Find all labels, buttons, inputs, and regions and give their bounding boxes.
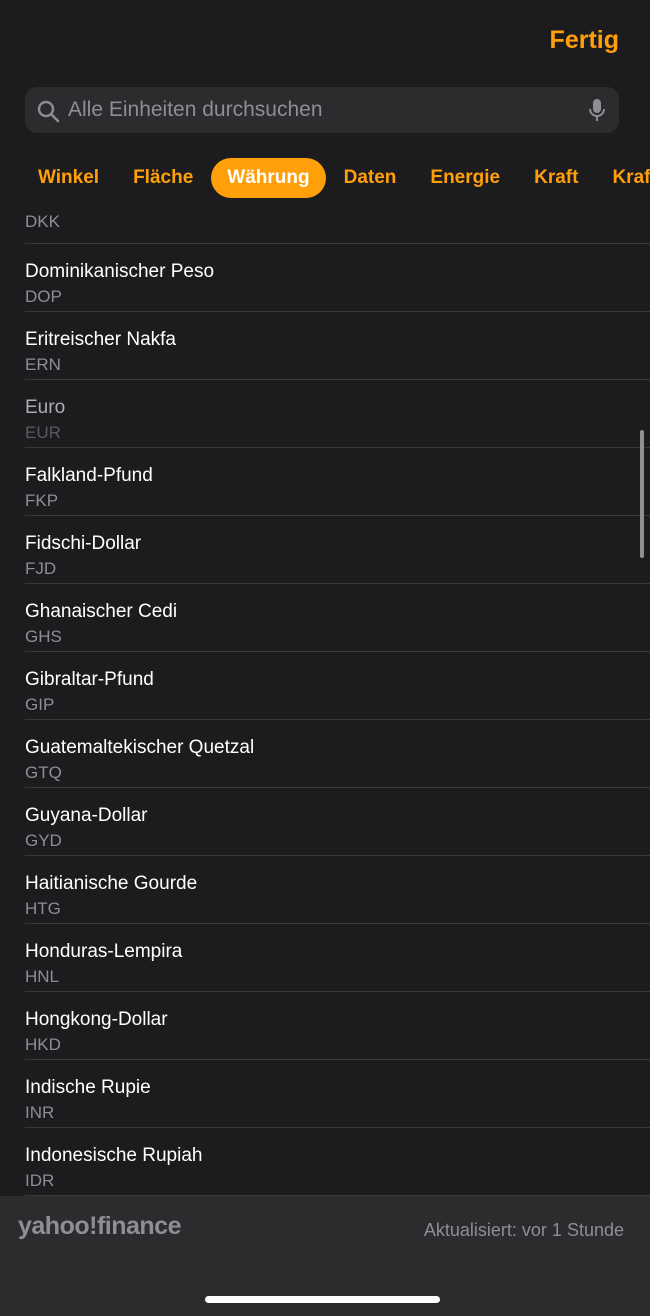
list-item[interactable]: DKK xyxy=(25,200,650,244)
category-tabs: Winkel Fläche Währung Daten Energie Kraft Kraf… xyxy=(22,158,650,198)
currency-code: HTG xyxy=(25,899,61,918)
currency-name: Guatemaltekischer Quetzal xyxy=(25,737,255,758)
currency-name: Indonesische Rupiah xyxy=(25,1145,203,1166)
list-item[interactable]: Haitianische Gourde HTG xyxy=(25,856,650,924)
updated-status: Aktualisiert: vor 1 Stunde xyxy=(423,1220,624,1240)
yahoo-finance-logo: yahoo!finance xyxy=(18,1212,181,1240)
search-icon xyxy=(36,99,60,128)
tab-krafts[interactable]: Krafts xyxy=(596,158,650,198)
list-item[interactable]: Falkland-Pfund FKP xyxy=(25,448,650,516)
list-item[interactable]: Ghanaischer Cedi GHS xyxy=(25,584,650,652)
list-item[interactable]: Guatemaltekischer Quetzal GTQ xyxy=(25,720,650,788)
currency-code: ERN xyxy=(25,355,61,374)
tab-energie[interactable]: Energie xyxy=(414,158,516,198)
search-bar[interactable]: Alle Einheiten durchsuchen xyxy=(25,87,619,133)
currency-list: DKK Dominikanischer Peso DOP Eritreischer … xyxy=(0,200,650,1196)
currency-code: GYD xyxy=(25,831,62,850)
currency-code: DOP xyxy=(25,287,62,306)
tab-winkel[interactable]: Winkel xyxy=(22,158,115,198)
microphone-icon[interactable] xyxy=(588,98,606,129)
currency-name: Hongkong-Dollar xyxy=(25,1009,168,1030)
search-placeholder[interactable]: Alle Einheiten durchsuchen xyxy=(68,98,323,122)
list-item[interactable]: Euro EUR xyxy=(25,380,650,448)
home-indicator[interactable] xyxy=(205,1296,440,1303)
tab-währung[interactable]: Währung xyxy=(211,158,326,198)
list-item[interactable]: Hongkong-Dollar HKD xyxy=(25,992,650,1060)
currency-code: IDR xyxy=(25,1171,55,1190)
currency-name: Gibraltar-Pfund xyxy=(25,669,154,690)
currency-name: Haitianische Gourde xyxy=(25,873,198,894)
tab-kraft[interactable]: Kraft xyxy=(518,158,594,198)
currency-name: Honduras-Lempira xyxy=(25,941,183,962)
scrollbar[interactable] xyxy=(640,430,644,558)
currency-code: GHS xyxy=(25,627,62,646)
currency-name: Dominikanischer Peso xyxy=(25,261,215,282)
currency-code: FJD xyxy=(25,559,57,578)
list-item[interactable]: Fidschi-Dollar FJD xyxy=(25,516,650,584)
currency-name: Euro xyxy=(25,397,66,418)
currency-name: Fidschi-Dollar xyxy=(25,533,142,554)
list-item[interactable]: Gibraltar-Pfund GIP xyxy=(25,652,650,720)
currency-name: Eritreischer Nakfa xyxy=(25,329,176,350)
currency-name: Ghanaischer Cedi xyxy=(25,601,178,622)
currency-code: HKD xyxy=(25,1035,61,1054)
currency-name: Guyana-Dollar xyxy=(25,805,148,826)
currency-code: GTQ xyxy=(25,763,62,782)
currency-code: HNL xyxy=(25,967,60,986)
list-item[interactable]: Guyana-Dollar GYD xyxy=(25,788,650,856)
list-item[interactable]: Indonesische Rupiah IDR xyxy=(25,1128,650,1196)
currency-code: EUR xyxy=(25,423,61,442)
currency-code: DKK xyxy=(25,212,60,231)
currency-code: GIP xyxy=(25,695,55,714)
tab-daten[interactable]: Daten xyxy=(328,158,413,198)
list-item[interactable]: Honduras-Lempira HNL xyxy=(25,924,650,992)
currency-code: FKP xyxy=(25,491,59,510)
tab-fläche[interactable]: Fläche xyxy=(117,158,209,198)
done-button[interactable]: Fertig xyxy=(550,26,619,55)
list-item[interactable]: Indische Rupie INR xyxy=(25,1060,650,1128)
currency-code: INR xyxy=(25,1103,55,1122)
currency-name: Indische Rupie xyxy=(25,1077,151,1098)
list-item[interactable]: Dominikanischer Peso DOP xyxy=(25,244,650,312)
list-item[interactable]: Eritreischer Nakfa ERN xyxy=(25,312,650,380)
currency-name: Falkland-Pfund xyxy=(25,465,153,486)
